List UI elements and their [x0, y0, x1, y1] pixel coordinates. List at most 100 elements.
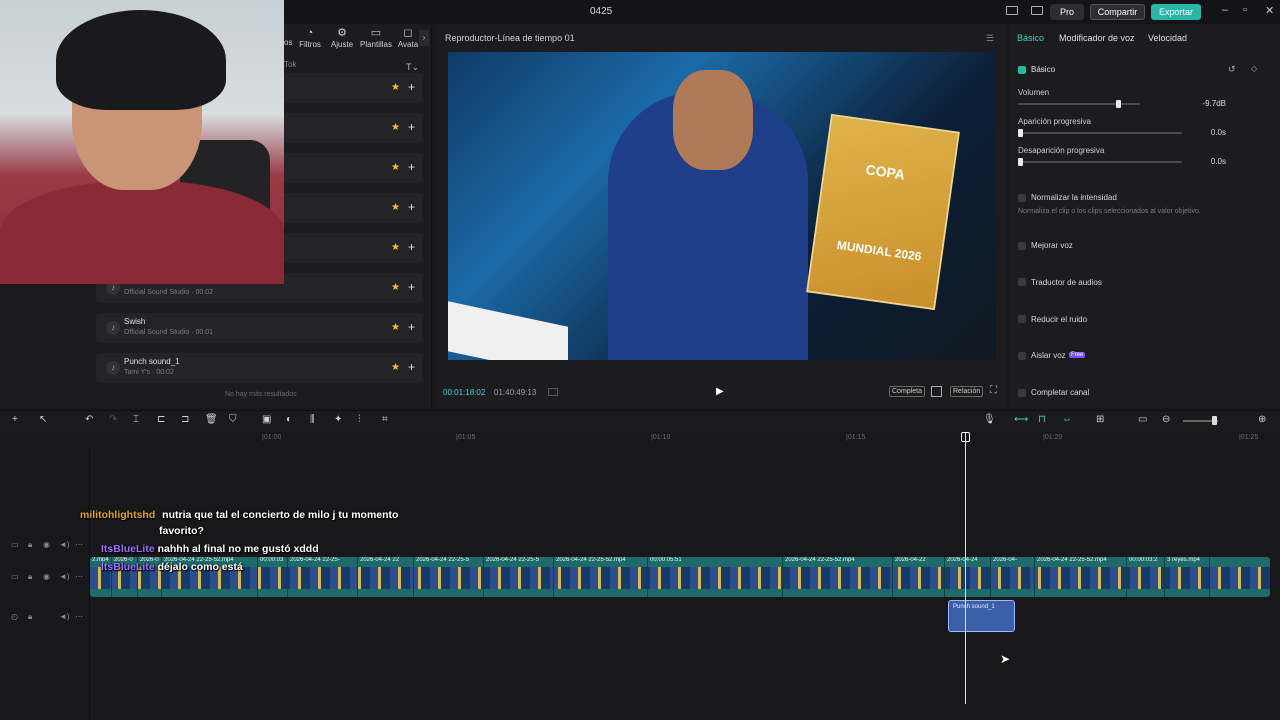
favorite-icon[interactable]: ★	[391, 122, 400, 133]
undo-icon[interactable]: ↶	[85, 414, 93, 425]
caption-icon[interactable]: ▭	[1138, 414, 1147, 425]
microphone-icon[interactable]: 🎙	[983, 414, 996, 425]
video-clip[interactable]: 2026-04-24 22-25-5	[414, 557, 484, 597]
fullscreen-icon[interactable]: ⛶	[990, 385, 997, 396]
trim-left-icon[interactable]: ⊏	[157, 414, 165, 425]
favorite-icon[interactable]: ★	[391, 282, 400, 293]
track-cover-icon[interactable]: ▭	[11, 540, 19, 549]
player-menu-icon[interactable]: ☰	[986, 33, 994, 44]
crop-icon[interactable]: ⌗	[382, 414, 388, 425]
timecode-toggle-icon[interactable]	[548, 388, 558, 396]
trim-right-icon[interactable]: ⊐	[181, 414, 189, 425]
split-icon[interactable]: ⌶	[133, 414, 139, 425]
fade-out-slider[interactable]	[1018, 161, 1182, 163]
tab-adjust[interactable]: ⚙ Ajuste	[324, 26, 360, 49]
share-button[interactable]: Compartir	[1090, 4, 1145, 20]
add-track-icon[interactable]: +	[12, 414, 18, 425]
eye-icon[interactable]: ◉	[43, 540, 50, 549]
complete-channel-checkbox[interactable]	[1018, 389, 1026, 397]
basic-checkbox[interactable]	[1018, 66, 1026, 74]
tab-basic[interactable]: Básico	[1017, 33, 1044, 43]
video-clip[interactable]: 00:00:05:51	[648, 557, 783, 597]
audio-clip[interactable]: Punch sound_1	[948, 600, 1015, 632]
tab-filters[interactable]: ◔ Filtros	[292, 26, 328, 49]
redo-icon[interactable]: ↷	[109, 414, 117, 425]
favorite-icon[interactable]: ★	[391, 362, 400, 373]
add-icon[interactable]: +	[408, 120, 415, 134]
speaker-icon[interactable]: ◄)	[59, 572, 70, 581]
audio-track-icon[interactable]: ◴	[11, 612, 18, 621]
favorite-icon[interactable]: ★	[391, 242, 400, 253]
video-clip[interactable]: 3 reyes.mp4	[1165, 557, 1210, 597]
video-clip[interactable]: 2026-04-24 22-25-5	[484, 557, 554, 597]
fit-icon[interactable]	[931, 386, 942, 397]
speaker-icon[interactable]: ◄)	[59, 540, 70, 549]
magic-icon[interactable]: ✦	[334, 414, 342, 425]
volume-slider-knob[interactable]	[1116, 100, 1122, 108]
snap-icon[interactable]: ⇔	[1062, 414, 1072, 425]
link-icon[interactable]: ⟷	[1014, 414, 1028, 425]
tab-voice-modifier[interactable]: Modificador de voz	[1059, 33, 1135, 43]
mask-icon[interactable]: ◐	[286, 414, 292, 425]
speaker-icon[interactable]: ◄)	[59, 612, 70, 621]
volume-slider[interactable]	[1018, 103, 1140, 105]
isolate-voice-checkbox[interactable]	[1018, 352, 1026, 360]
add-icon[interactable]: +	[408, 200, 415, 214]
audio-translator-checkbox[interactable]	[1018, 278, 1026, 286]
zoom-out-icon[interactable]: ⊖	[1162, 414, 1170, 425]
audio-split-icon[interactable]: ⫶	[358, 414, 361, 425]
add-icon[interactable]: +	[408, 160, 415, 174]
close-icon[interactable]: ✕	[1265, 4, 1274, 17]
favorite-icon[interactable]: ★	[391, 162, 400, 173]
favorite-icon[interactable]: ★	[391, 82, 400, 93]
reduce-noise-checkbox[interactable]	[1018, 315, 1026, 323]
favorite-icon[interactable]: ★	[391, 322, 400, 333]
play-button[interactable]: ▶	[716, 386, 724, 397]
video-clip[interactable]: 2026-04-24	[945, 557, 991, 597]
ratio-button[interactable]: Relación	[950, 386, 984, 397]
more-icon[interactable]: ⋯	[75, 540, 83, 549]
video-clip[interactable]: 00:00:03	[258, 557, 288, 597]
video-clip[interactable]: 2026-04-24 22-25-	[288, 557, 358, 597]
sound-item[interactable]: ♪ Punch sound_1 Tami Y's · 00:02 ★ +	[96, 353, 422, 383]
filter-chip[interactable]: Tok	[284, 60, 424, 74]
video-clip[interactable]: 2026-04-	[991, 557, 1035, 597]
video-clip[interactable]: 00:00:03:2	[1127, 557, 1165, 597]
playhead-handle[interactable]	[961, 432, 970, 442]
video-clip[interactable]: 2026-04-24 22-25-52.mp4	[554, 557, 648, 597]
add-icon[interactable]: +	[408, 280, 415, 294]
magnet-icon[interactable]: ⊓	[1038, 414, 1046, 425]
layout-icon[interactable]	[1006, 6, 1018, 15]
playhead[interactable]	[965, 432, 966, 704]
video-clip[interactable]: 2026-04-24 22-25-52.mp4	[783, 557, 893, 597]
add-icon[interactable]: +	[408, 320, 415, 334]
preview-axis-icon[interactable]: ⊞	[1096, 414, 1104, 425]
lock-icon[interactable]: 🔒︎	[28, 572, 32, 582]
panel-icon[interactable]	[1031, 6, 1043, 15]
video-clip[interactable]: 2026-04-22	[893, 557, 945, 597]
track-cover-icon[interactable]: ▭	[11, 572, 19, 581]
eye-icon[interactable]: ◉	[43, 572, 50, 581]
pro-button[interactable]: Pro	[1050, 4, 1084, 20]
shield-icon[interactable]: ⛉	[229, 414, 237, 425]
more-icon[interactable]: ⋯	[75, 572, 83, 581]
reset-icon[interactable]: ↺	[1228, 64, 1236, 75]
fade-out-knob[interactable]	[1018, 158, 1023, 166]
video-preview[interactable]: COPA MUNDIAL 2026	[448, 52, 996, 360]
video-clip[interactable]: 2026-04-24 22-25-52.mp4	[1035, 557, 1127, 597]
fade-in-slider[interactable]	[1018, 132, 1182, 134]
enhance-voice-checkbox[interactable]	[1018, 242, 1026, 250]
tab-templates[interactable]: ▭ Plantillas	[358, 26, 394, 49]
lock-icon[interactable]: 🔒︎	[28, 612, 32, 622]
freeze-icon[interactable]: ▣	[262, 414, 271, 425]
full-quality-button[interactable]: Completa	[889, 386, 925, 397]
add-icon[interactable]: +	[408, 240, 415, 254]
add-icon[interactable]: +	[408, 80, 415, 94]
lock-icon[interactable]: 🔒︎	[28, 540, 32, 550]
zoom-slider-knob[interactable]	[1212, 416, 1217, 425]
volume-value[interactable]: -9.7dB	[1190, 98, 1226, 110]
add-icon[interactable]: +	[408, 360, 415, 374]
fade-out-value[interactable]: 0.0s	[1190, 156, 1226, 168]
more-icon[interactable]: ⋯	[75, 612, 83, 621]
fade-in-value[interactable]: 0.0s	[1190, 127, 1226, 139]
